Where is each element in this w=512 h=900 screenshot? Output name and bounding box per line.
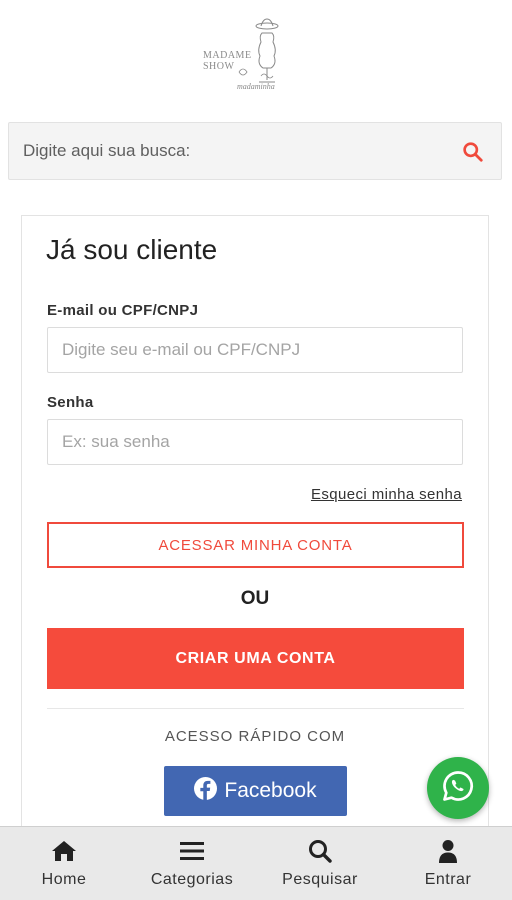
logo-line-1: MADAME xyxy=(203,50,252,61)
menu-icon xyxy=(179,839,205,863)
nav-label-categories: Categorias xyxy=(150,871,234,888)
password-field[interactable] xyxy=(47,419,463,465)
nav-item-categories[interactable]: Categorias xyxy=(128,827,256,900)
search-icon[interactable] xyxy=(462,141,483,162)
logo-wordmark: MADAME SHOW xyxy=(203,50,252,72)
logo-line-2: SHOW xyxy=(203,61,235,72)
whatsapp-icon xyxy=(440,768,476,809)
nav-item-home[interactable]: Home xyxy=(0,827,128,900)
logo-script: madaminha xyxy=(237,82,275,91)
nav-label-home: Home xyxy=(41,871,87,888)
whatsapp-button[interactable] xyxy=(427,757,489,819)
quick-access-label: ACESSO RÁPIDO COM xyxy=(164,728,346,745)
forgot-password-link[interactable]: Esqueci minha senha xyxy=(311,486,462,503)
login-title: Já sou cliente xyxy=(46,234,218,265)
email-field[interactable] xyxy=(47,327,463,373)
bottom-nav: Home Categorias Pesquisar Entrar xyxy=(0,826,512,900)
nav-item-login[interactable]: Entrar xyxy=(384,827,512,900)
search-placeholder[interactable]: Digite aqui sua busca: xyxy=(23,141,190,161)
nav-label-login: Entrar xyxy=(424,871,472,888)
user-icon xyxy=(435,839,461,863)
facebook-icon xyxy=(194,776,218,806)
email-label: E-mail ou CPF/CNPJ xyxy=(47,302,199,319)
facebook-label: Facebook xyxy=(224,779,317,802)
login-card: Já sou cliente E-mail ou CPF/CNPJ Senha … xyxy=(21,215,489,855)
search-bar[interactable]: Digite aqui sua busca: xyxy=(8,122,502,180)
create-account-button[interactable]: CRIAR UMA CONTA xyxy=(47,628,464,689)
search-icon xyxy=(307,839,333,863)
home-icon xyxy=(51,839,77,863)
password-label: Senha xyxy=(47,394,94,411)
nav-item-search[interactable]: Pesquisar xyxy=(256,827,384,900)
brand-logo[interactable]: MADAME SHOW madaminha xyxy=(197,16,297,98)
divider xyxy=(47,708,464,709)
header: MADAME SHOW madaminha xyxy=(0,0,512,116)
or-separator: OU xyxy=(240,588,270,609)
facebook-login-button[interactable]: Facebook xyxy=(164,766,347,816)
access-account-button[interactable]: ACESSAR MINHA CONTA xyxy=(47,522,464,568)
nav-label-search: Pesquisar xyxy=(282,871,358,888)
